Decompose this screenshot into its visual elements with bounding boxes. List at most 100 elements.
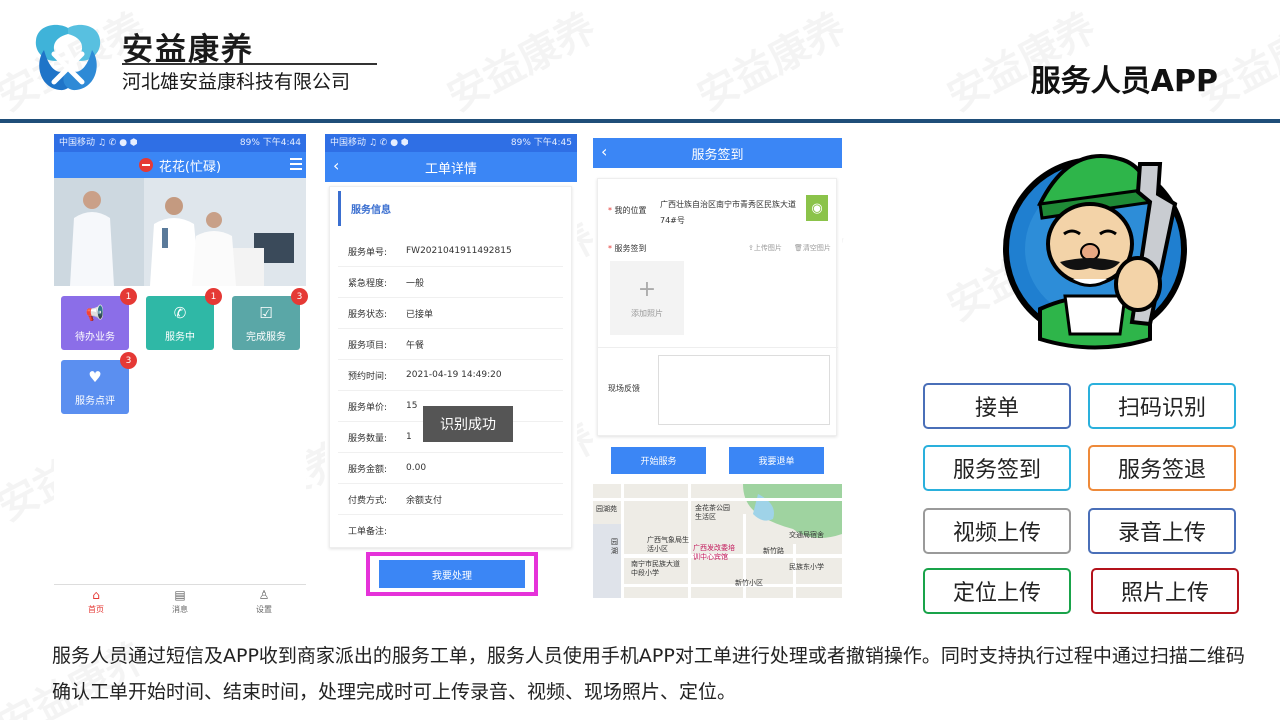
watermark: 安益康养 [686, 0, 855, 122]
tab-label: 消息 [172, 605, 188, 614]
row-value: 一般 [406, 278, 425, 289]
map-label: 新竹小区 [735, 579, 763, 587]
row-key: 工单备注: [348, 527, 388, 537]
row-value: 已接单 [406, 309, 434, 320]
tab-home[interactable]: ⌂ 首页 [54, 585, 138, 618]
row-value: 余额支付 [406, 495, 443, 506]
tile-label: 服务点评 [75, 395, 115, 407]
row-key: 服务单价: [348, 402, 388, 413]
info-row: 紧急程度: 一般 [338, 267, 563, 298]
page-title: 服务人员APP [1030, 64, 1218, 99]
map-label: 园湖 [611, 538, 618, 555]
bottom-tab-bar: ⌂ 首页 ▤ 消息 ♙ 设置 [54, 584, 306, 618]
tile-label: 完成服务 [246, 331, 286, 343]
feature-video-upload[interactable]: 视频上传 [923, 508, 1071, 554]
feature-location-upload[interactable]: 定位上传 [923, 568, 1071, 614]
row-key: 紧急程度: [348, 278, 388, 289]
feature-scan-code[interactable]: 扫码识别 [1088, 383, 1236, 429]
start-service-button[interactable]: 开始服务 [611, 447, 706, 474]
card-divider [598, 347, 838, 348]
row-value: 0.00 [406, 463, 427, 473]
megaphone-icon: 📢 [85, 303, 105, 322]
service-info-title: 服务信息 [338, 191, 563, 226]
user-status[interactable]: 花花(忙碌) [159, 156, 221, 175]
user-icon: ♙ [258, 588, 270, 602]
tile-review[interactable]: ♥ 服务点评 3 [61, 352, 137, 414]
upload-photo-link[interactable]: ⇪上传图片 [748, 243, 782, 253]
info-row: 工单备注: [338, 515, 563, 546]
status-bar: 中国移动 ♫ ✆ ● ⬢ 89% 下午4:45 [325, 134, 577, 152]
tile-badge: 1 [205, 288, 222, 305]
row-key: 服务项目: [348, 340, 388, 351]
highlight-frame: 我要处理 [366, 552, 538, 596]
phone-check-in: ‹ 服务签到 * 我的位置 广西壮族自治区南宁市青秀区民族大道74#号 ◉ * … [593, 138, 842, 598]
tile-badge: 3 [291, 288, 308, 305]
header-divider [0, 119, 1280, 123]
location-pin-icon[interactable]: ◉ [806, 195, 828, 221]
location-value: 广西壮族自治区南宁市青秀区民族大道74#号 [660, 200, 796, 225]
phone-home-screen: 中国移动 ♫ ✆ ● ⬢ 89% 下午4:44 花花(忙碌) 📢 待办业务 1 … [54, 134, 308, 618]
tab-label: 首页 [88, 605, 104, 614]
banner-image [54, 178, 306, 286]
trash-icon: 🗑 [794, 244, 803, 252]
phone-order-detail: 中国移动 ♫ ✆ ● ⬢ 89% 下午4:45 ‹ 工单详情 服务信息 服务单号… [325, 134, 577, 604]
order-title: 工单详情 [424, 161, 477, 177]
checkin-title: 服务签到 [691, 147, 744, 163]
return-order-button[interactable]: 我要退单 [729, 447, 824, 474]
feature-service-checkin[interactable]: 服务签到 [923, 445, 1071, 491]
feature-service-checkout[interactable]: 服务签退 [1088, 445, 1236, 491]
feedback-textarea[interactable] [658, 355, 830, 425]
handle-order-button[interactable]: 我要处理 [379, 560, 525, 588]
row-value: FW2021041911492815 [406, 246, 512, 256]
tab-messages[interactable]: ▤ 消息 [138, 585, 222, 618]
status-left: 中国移动 ♫ ✆ ● ⬢ [330, 138, 409, 148]
feature-photo-upload[interactable]: 照片上传 [1091, 568, 1239, 614]
location-label: * 我的位置 [608, 206, 647, 215]
tile-label: 待办业务 [75, 331, 115, 343]
toast-message: 识别成功 [423, 406, 513, 442]
info-row: 服务状态: 已接单 [338, 298, 563, 329]
add-photo-label: 添加照片 [631, 309, 663, 318]
checkin-navbar: ‹ 服务签到 [593, 138, 842, 168]
add-photo-box[interactable]: + 添加照片 [610, 261, 684, 335]
map-label: 广西发改委培训中心宾馆 [693, 544, 735, 561]
feature-audio-upload[interactable]: 录音上传 [1088, 508, 1236, 554]
map-label: 广西气象局生活小区 [647, 536, 689, 553]
back-icon[interactable]: ‹ [333, 156, 339, 175]
tile-badge: 1 [120, 288, 137, 305]
location-map[interactable]: 园湖苑 金花茶公园生活区 交通局宿舍 广西气象局生活小区 广西发改委培训中心宾馆… [593, 484, 842, 598]
heart-icon: ♥ [88, 367, 102, 386]
order-navbar: ‹ 工单详情 [325, 152, 577, 182]
info-row: 付费方式: 余额支付 [338, 484, 563, 515]
row-key: 服务数量: [348, 433, 388, 444]
checkin-card: * 我的位置 广西壮族自治区南宁市青秀区民族大道74#号 ◉ * 服务签到 ⇪上… [597, 178, 838, 436]
clear-photo-link[interactable]: 🗑清空图片 [794, 243, 831, 253]
home-navbar: 花花(忙碌) [54, 152, 306, 178]
tile-in-service[interactable]: ✆ 服务中 1 [146, 288, 222, 350]
tile-pending[interactable]: 📢 待办业务 1 [61, 288, 137, 350]
checkin-label: * 服务签到 [608, 244, 647, 253]
feature-accept-order[interactable]: 接单 [923, 383, 1071, 429]
home-icon: ⌂ [92, 588, 100, 602]
status-right: 89% 下午4:44 [239, 138, 301, 148]
map-label: 民族东小学 [789, 563, 824, 571]
map-label: 金花茶公园生活区 [695, 504, 730, 521]
message-icon: ▤ [174, 588, 186, 602]
row-key: 服务金额: [348, 464, 388, 475]
tile-completed[interactable]: ☑ 完成服务 3 [232, 288, 308, 350]
info-row: 服务金额: 0.00 [338, 453, 563, 484]
info-row: 服务单号: FW2021041911492815 [338, 236, 563, 267]
row-key: 预约时间: [348, 371, 388, 382]
row-value: 15 [406, 401, 418, 411]
busy-status-icon[interactable] [138, 158, 153, 172]
row-key: 服务单号: [348, 247, 388, 258]
map-label: 园湖苑 [596, 505, 617, 513]
back-icon[interactable]: ‹ [601, 142, 607, 161]
tab-settings[interactable]: ♙ 设置 [222, 585, 306, 618]
row-value: 2021-04-19 14:49:20 [406, 370, 502, 380]
status-left: 中国移动 ♫ ✆ ● ⬢ [59, 138, 138, 148]
feedback-label: 现场反馈 [608, 384, 640, 393]
menu-icon[interactable] [290, 158, 302, 170]
info-row: 预约时间: 2021-04-19 14:49:20 [338, 360, 563, 391]
watermark: 安益康养 [436, 0, 605, 122]
